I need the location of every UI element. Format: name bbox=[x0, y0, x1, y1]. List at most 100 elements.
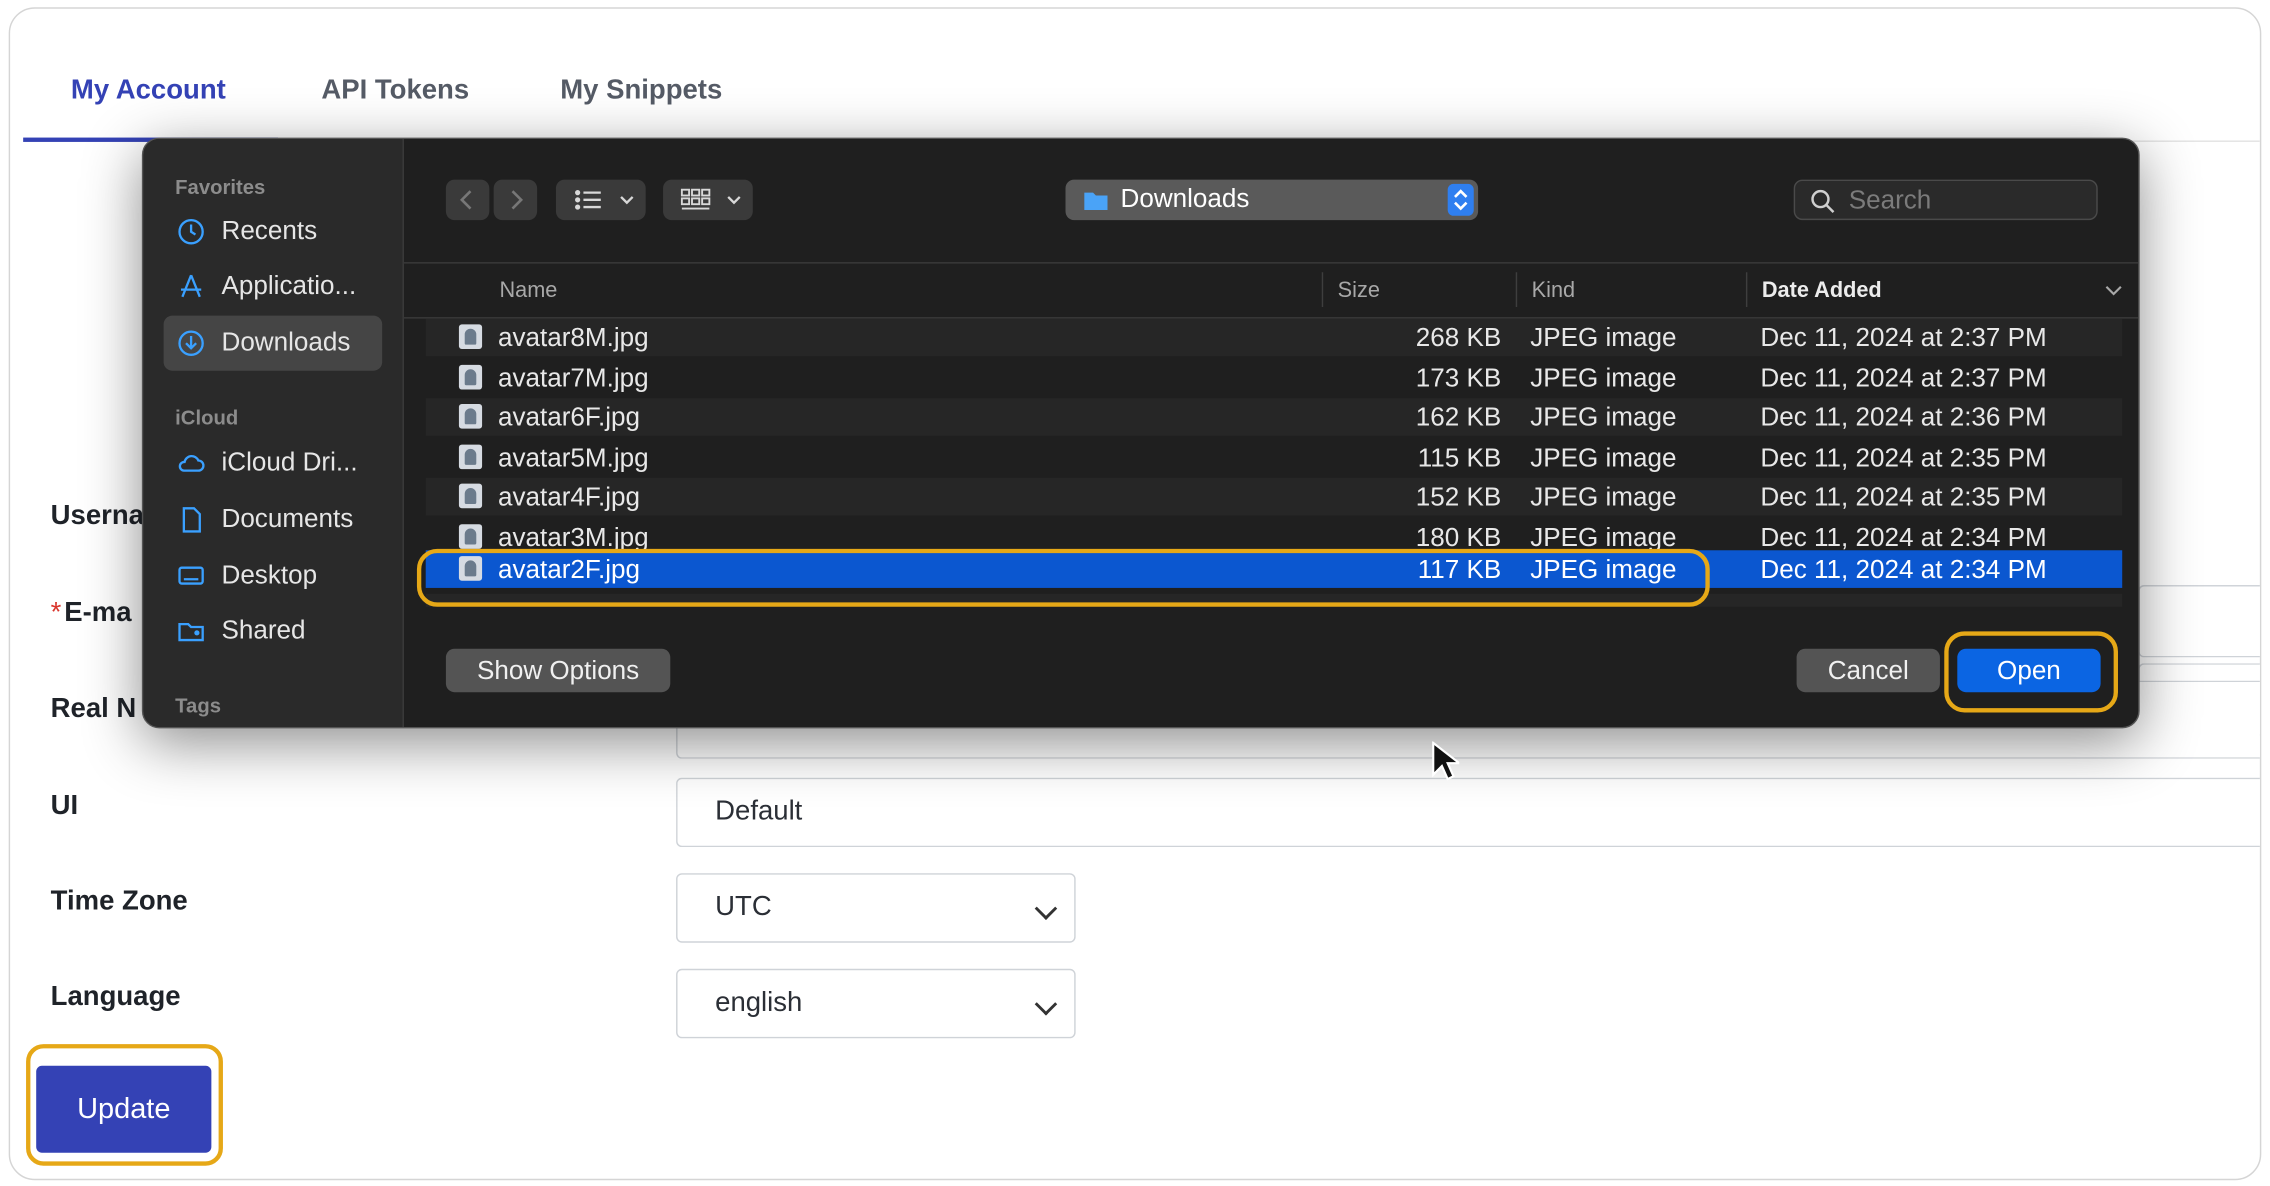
dialog-sidebar: Favorites Recents Applicatio... Download… bbox=[143, 139, 404, 727]
update-button[interactable]: Update bbox=[36, 1065, 212, 1153]
image-file-icon bbox=[458, 404, 483, 429]
folder-icon bbox=[1084, 192, 1108, 210]
chevron-right-icon bbox=[511, 190, 524, 210]
ui-select[interactable]: Default bbox=[676, 777, 2260, 848]
sidebar-item-label: Shared bbox=[221, 615, 306, 645]
file-name: avatar4F.jpg bbox=[498, 482, 640, 512]
icloud-heading: iCloud bbox=[175, 405, 239, 429]
realname-label: Real N bbox=[50, 693, 137, 725]
show-options-button[interactable]: Show Options bbox=[445, 648, 671, 693]
search-input[interactable]: Search bbox=[1793, 179, 2098, 221]
toolbar-divider bbox=[403, 262, 2139, 264]
email-field[interactable] bbox=[2138, 585, 2260, 658]
cancel-button[interactable]: Cancel bbox=[1796, 648, 1940, 693]
sidebar-item-label: Applicatio... bbox=[221, 270, 357, 300]
timezone-select[interactable]: UTC bbox=[676, 873, 1076, 943]
image-file-icon bbox=[458, 444, 483, 470]
file-row[interactable]: avatar5M.jpg 115 KB JPEG image Dec 11, 2… bbox=[426, 439, 2123, 477]
clock-icon bbox=[178, 218, 204, 245]
column-separator bbox=[1321, 272, 1324, 307]
selected-file-highlight bbox=[416, 548, 1710, 607]
file-size: 173 KB bbox=[1415, 363, 1502, 393]
file-date: Dec 11, 2024 at 2:34 PM bbox=[1760, 554, 2047, 584]
language-value: english bbox=[715, 987, 803, 1019]
file-name: avatar8M.jpg bbox=[498, 322, 649, 352]
sidebar-item-label: Desktop bbox=[221, 560, 318, 590]
timezone-value: UTC bbox=[715, 892, 772, 923]
stepper-icon bbox=[1447, 183, 1474, 216]
sidebar-item-shared[interactable]: Shared bbox=[164, 604, 383, 659]
image-file-icon bbox=[458, 324, 483, 349]
sidebar-item-icloud-drive[interactable]: iCloud Dri... bbox=[164, 436, 383, 491]
file-kind: JPEG image bbox=[1530, 443, 1677, 473]
downloads-icon bbox=[178, 330, 204, 356]
file-date: Dec 11, 2024 at 2:35 PM bbox=[1760, 443, 2047, 473]
file-name: avatar5M.jpg bbox=[498, 443, 649, 473]
sort-chevron-icon bbox=[2105, 285, 2122, 296]
language-label: Language bbox=[50, 981, 181, 1013]
image-file-icon bbox=[458, 524, 483, 549]
file-date: Dec 11, 2024 at 2:37 PM bbox=[1760, 322, 2047, 352]
ui-label: UI bbox=[50, 790, 79, 822]
forward-button[interactable] bbox=[493, 179, 538, 221]
applications-icon bbox=[180, 274, 202, 298]
required-asterisk: * bbox=[50, 598, 62, 629]
file-size: 162 KB bbox=[1415, 402, 1502, 432]
location-label: Downloads bbox=[1120, 183, 1250, 213]
timezone-label: Time Zone bbox=[50, 886, 188, 917]
document-icon bbox=[182, 507, 201, 533]
location-popup[interactable]: Downloads bbox=[1065, 179, 1479, 221]
image-file-icon bbox=[458, 483, 483, 509]
chevron-down-icon bbox=[1034, 897, 1058, 920]
favorites-heading: Favorites bbox=[175, 175, 266, 199]
sidebar-item-recents[interactable]: Recents bbox=[164, 204, 383, 259]
column-separator bbox=[1515, 272, 1518, 307]
file-row[interactable]: avatar8M.jpg 268 KB JPEG image Dec 11, 2… bbox=[425, 318, 2123, 357]
file-date: Dec 11, 2024 at 2:37 PM bbox=[1760, 363, 2047, 393]
sidebar-item-applications[interactable]: Applicatio... bbox=[164, 259, 383, 314]
tab-my-snippets[interactable]: My Snippets bbox=[560, 75, 722, 107]
language-select[interactable]: english bbox=[676, 968, 1076, 1039]
list-view-button[interactable] bbox=[555, 179, 646, 221]
sidebar-item-label: Downloads bbox=[221, 327, 351, 357]
sidebar-item-documents[interactable]: Documents bbox=[164, 492, 383, 547]
grid-view-button[interactable] bbox=[663, 179, 753, 221]
column-size[interactable]: Size bbox=[1338, 278, 1380, 303]
file-open-dialog: Favorites Recents Applicatio... Download… bbox=[141, 137, 2140, 729]
column-date-added[interactable]: Date Added bbox=[1762, 278, 1882, 303]
tab-my-account[interactable]: My Account bbox=[71, 75, 226, 107]
shared-folder-icon bbox=[178, 622, 204, 642]
file-kind: JPEG image bbox=[1530, 322, 1677, 352]
file-kind: JPEG image bbox=[1530, 363, 1677, 393]
sidebar-item-label: Documents bbox=[221, 503, 354, 533]
file-size: 115 KB bbox=[1417, 443, 1502, 473]
sidebar-item-label: Recents bbox=[221, 215, 318, 245]
file-date: Dec 11, 2024 at 2:35 PM bbox=[1760, 482, 2047, 512]
column-name[interactable]: Name bbox=[499, 278, 557, 303]
username-label: Userna bbox=[50, 501, 144, 532]
file-row[interactable]: avatar6F.jpg 162 KB JPEG image Dec 11, 2… bbox=[425, 398, 2123, 436]
cloud-icon bbox=[178, 454, 205, 472]
file-row[interactable]: avatar4F.jpg 152 KB JPEG image Dec 11, 2… bbox=[425, 477, 2123, 516]
sidebar-item-desktop[interactable]: Desktop bbox=[164, 549, 383, 604]
file-kind: JPEG image bbox=[1530, 402, 1677, 432]
file-date: Dec 11, 2024 at 2:36 PM bbox=[1760, 402, 2047, 432]
column-kind[interactable]: Kind bbox=[1532, 278, 1575, 303]
tags-heading: Tags bbox=[175, 693, 221, 717]
sidebar-item-downloads[interactable]: Downloads bbox=[163, 315, 383, 371]
list-view-icon bbox=[575, 189, 634, 210]
file-name: avatar7M.jpg bbox=[498, 363, 649, 393]
file-size: 152 KB bbox=[1415, 482, 1502, 512]
open-button[interactable]: Open bbox=[1957, 648, 2101, 693]
sidebar-item-label: iCloud Dri... bbox=[221, 447, 358, 477]
file-name: avatar6F.jpg bbox=[498, 402, 640, 432]
search-placeholder: Search bbox=[1848, 185, 1932, 215]
file-row[interactable]: avatar7M.jpg 173 KB JPEG image Dec 11, 2… bbox=[426, 359, 2123, 397]
file-size: 268 KB bbox=[1415, 322, 1502, 352]
tab-api-tokens[interactable]: API Tokens bbox=[321, 75, 469, 107]
back-button[interactable] bbox=[445, 179, 490, 221]
chevron-down-icon bbox=[1034, 992, 1058, 1016]
email-label-text: E-ma bbox=[64, 598, 132, 629]
chevron-left-icon bbox=[459, 190, 472, 210]
file-kind: JPEG image bbox=[1530, 482, 1677, 512]
